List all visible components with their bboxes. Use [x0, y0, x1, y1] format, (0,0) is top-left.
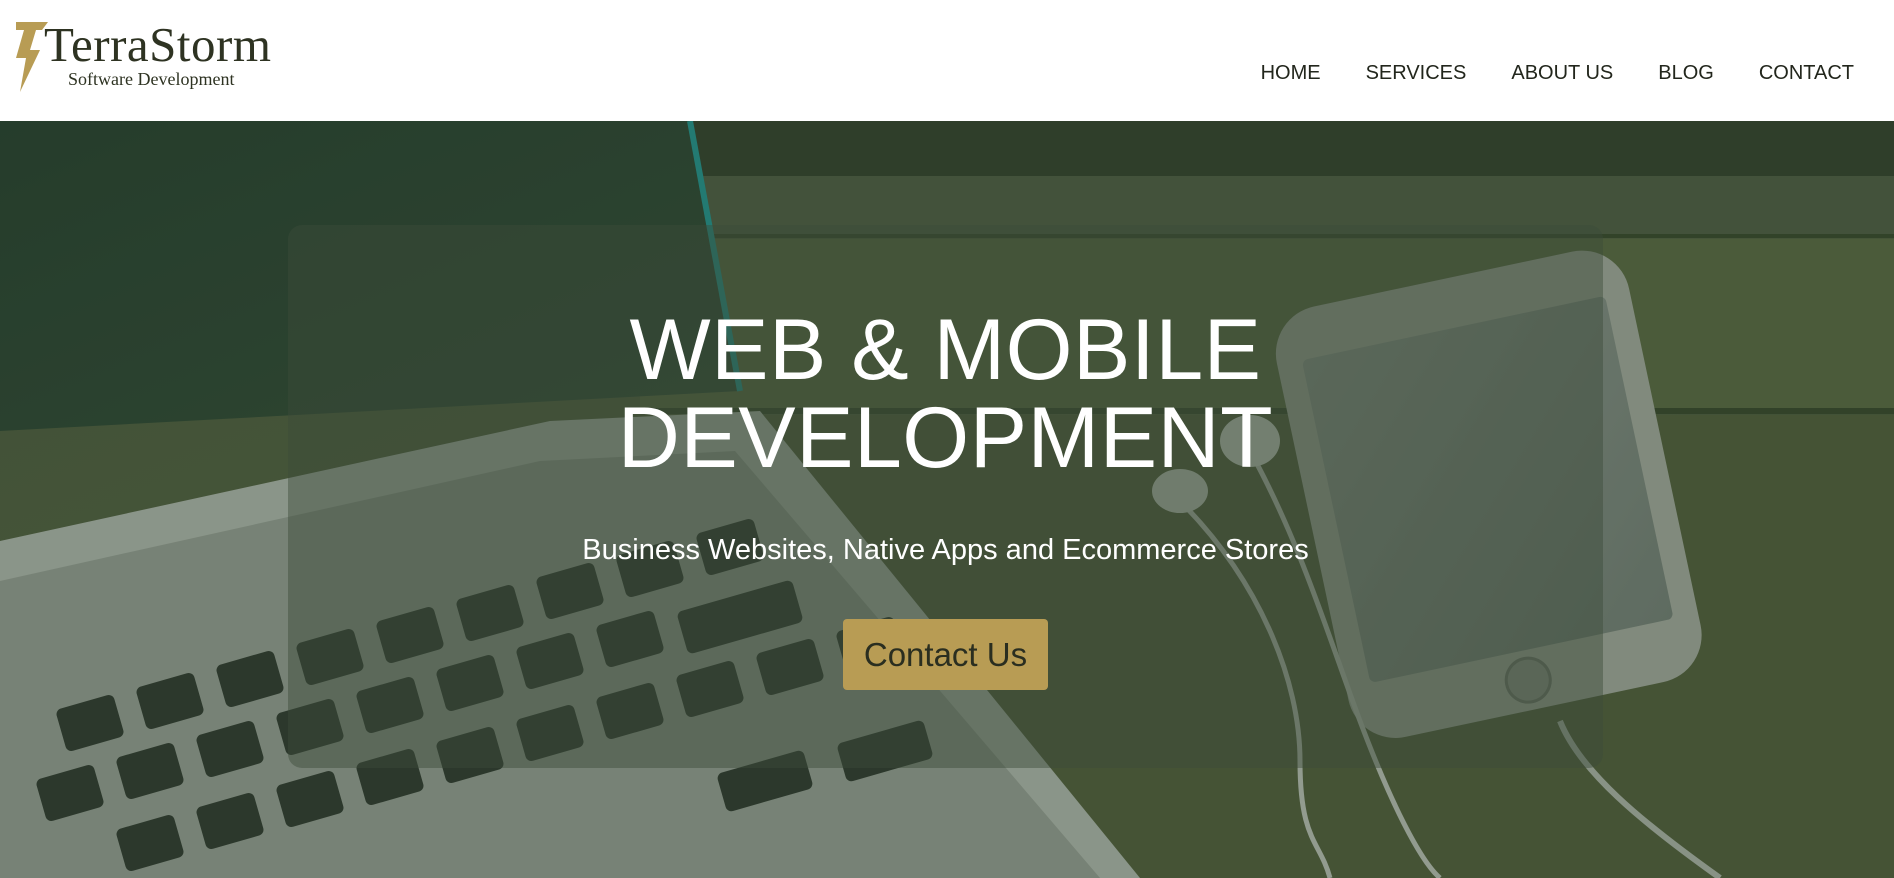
hero-title-line-2: DEVELOPMENT	[617, 390, 1274, 486]
nav-blog[interactable]: BLOG	[1658, 60, 1714, 86]
lightning-bolt-icon	[16, 22, 48, 92]
site-header: TerraStorm Software Development HOME SER…	[0, 0, 1894, 121]
logo-title: TerraStorm	[44, 17, 272, 72]
hero-title-line-1: WEB & MOBILE	[629, 302, 1262, 398]
nav-about-us[interactable]: ABOUT US	[1511, 60, 1613, 86]
main-nav: HOME SERVICES ABOUT US BLOG CONTACT	[1216, 60, 1854, 86]
contact-us-button[interactable]: Contact Us	[843, 619, 1048, 690]
nav-services[interactable]: SERVICES	[1366, 60, 1467, 86]
site-logo[interactable]: TerraStorm Software Development	[14, 18, 304, 93]
nav-home[interactable]: HOME	[1261, 60, 1321, 86]
hero-title: WEB & MOBILE DEVELOPMENT	[288, 306, 1603, 482]
hero-section: WEB & MOBILE DEVELOPMENT Business Websit…	[0, 121, 1894, 878]
nav-contact[interactable]: CONTACT	[1759, 60, 1854, 86]
hero-subtitle: Business Websites, Native Apps and Ecomm…	[582, 534, 1309, 566]
logo-subtitle: Software Development	[68, 69, 235, 89]
